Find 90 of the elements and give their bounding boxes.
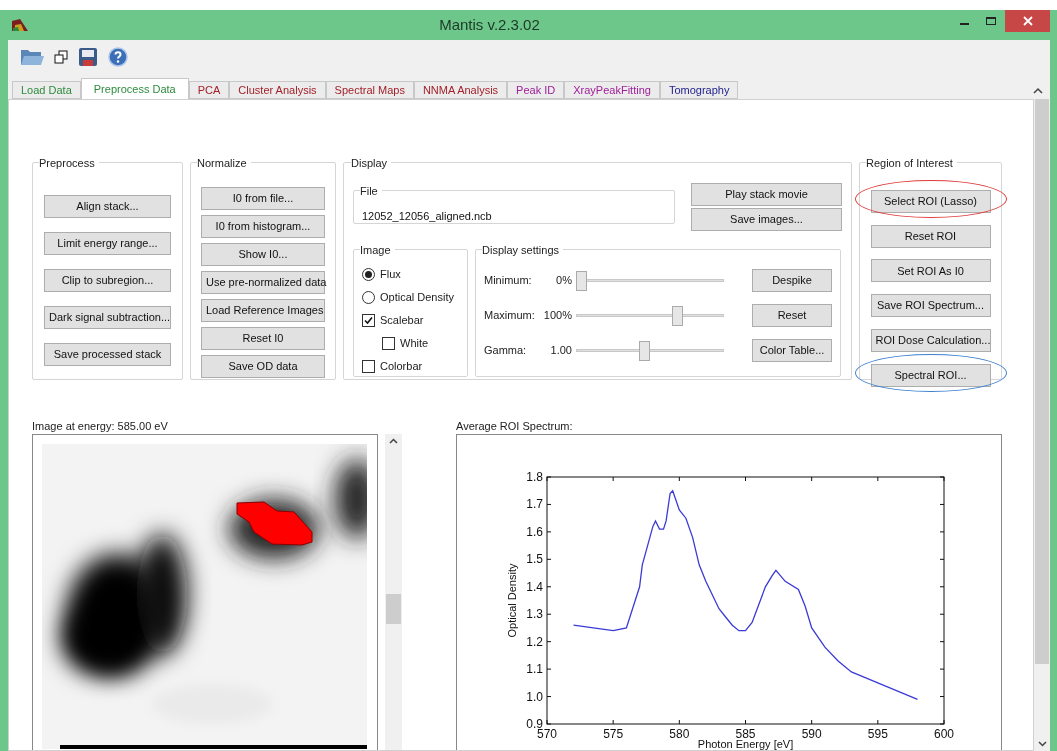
slider-thumb[interactable] (576, 270, 587, 291)
scrollbar-thumb[interactable] (386, 594, 401, 624)
push-button[interactable]: Reset ROI (870, 224, 991, 248)
radio-button[interactable] (362, 268, 375, 281)
option-label: Colorbar (380, 359, 423, 375)
panel-title: Average ROI Spectrum: (456, 419, 574, 432)
tab[interactable]: Tomography (659, 81, 739, 99)
tab[interactable]: Cluster Analysis (229, 81, 326, 99)
push-button[interactable]: Play stack movie (691, 183, 842, 206)
y-axis-label: Optical Density (506, 563, 518, 638)
push-button[interactable]: Clip to subregion... (44, 269, 171, 292)
folder-icon[interactable] (20, 47, 44, 67)
radio-button[interactable] (362, 291, 375, 304)
scrollbar[interactable] (385, 434, 402, 750)
x-tick-label: 590 (801, 727, 822, 741)
setting-label: Maximum: (484, 308, 536, 324)
scroll-up-icon[interactable] (389, 438, 398, 444)
setting-value: 0% (555, 273, 573, 289)
windows-icon[interactable] (54, 50, 68, 64)
checkbox[interactable] (362, 360, 375, 373)
y-tick-label: 1.0 (526, 689, 543, 704)
app-logo-icon (12, 19, 28, 31)
push-button[interactable]: Color Table... (752, 339, 832, 362)
x-tick-label: 595 (867, 727, 888, 741)
push-button[interactable]: Dark signal subtraction... (44, 306, 171, 329)
tab[interactable]: NNMA Analysis (413, 81, 508, 99)
option-label: Flux (380, 267, 401, 283)
y-tick-label: 1.6 (526, 524, 543, 539)
x-tick-label: 600 (934, 727, 954, 741)
y-tick-label: 1.1 (526, 662, 543, 677)
minimize-icon (959, 23, 969, 25)
scrollbar-thumb[interactable] (1035, 99, 1049, 664)
slider-track[interactable] (576, 270, 724, 291)
tab[interactable]: PCA (188, 81, 230, 99)
y-tick-label: 1.2 (526, 634, 543, 649)
push-button[interactable]: Reset I0 (201, 327, 325, 350)
tab[interactable]: Preprocess Data (80, 78, 189, 99)
y-tick-label: 1.7 (526, 497, 543, 512)
slider-track[interactable] (576, 340, 724, 361)
maximize-icon (986, 17, 996, 25)
push-button[interactable]: Reset (752, 304, 832, 327)
close-icon (1022, 16, 1033, 26)
push-button[interactable]: Despike (752, 269, 832, 292)
y-tick-label: 1.3 (526, 607, 543, 622)
setting-value: 1.00 (549, 343, 573, 359)
x-axis-label: Photon Energy [eV] (697, 738, 794, 750)
option-label: Optical Density (380, 290, 454, 306)
push-button[interactable]: ROI Dose Calculation... (870, 328, 991, 352)
x-tick-label: 580 (669, 727, 690, 741)
option-label: White (400, 336, 429, 352)
scroll-up-icon[interactable] (1033, 87, 1043, 95)
scroll-down-icon[interactable] (1037, 741, 1047, 747)
slider-thumb[interactable] (639, 340, 650, 361)
help-icon[interactable] (108, 47, 128, 67)
setting-label: Minimum: (484, 273, 533, 289)
tab[interactable]: Load Data (12, 81, 81, 99)
option-label: Scalebar (380, 313, 424, 329)
push-button[interactable]: Show I0... (201, 243, 325, 266)
checkbox[interactable] (362, 314, 375, 327)
push-button[interactable]: Load Reference Images (201, 299, 325, 322)
push-button[interactable]: Save OD data (201, 355, 325, 378)
tab[interactable]: Spectral Maps (325, 81, 414, 99)
push-button[interactable]: Use pre-normalized data (201, 271, 325, 294)
push-button[interactable]: Save images... (691, 208, 842, 231)
window-title: Mantis v.2.3.02 (439, 14, 540, 35)
push-button[interactable]: Align stack... (44, 195, 171, 218)
push-button[interactable]: Set ROI As I0 (870, 259, 991, 283)
setting-label: Gamma: (484, 343, 528, 359)
slider-track[interactable] (576, 305, 724, 326)
tab[interactable]: XrayPeakFitting (564, 81, 660, 99)
y-tick-label: 1.4 (526, 579, 543, 594)
push-button[interactable]: Select ROI (Lasso) (870, 189, 991, 213)
push-button[interactable]: Spectral ROI... (870, 363, 991, 387)
x-tick-label: 575 (603, 727, 624, 741)
push-button[interactable]: Save processed stack (44, 343, 171, 366)
slider-thumb[interactable] (671, 305, 683, 326)
tab[interactable]: Peak ID (507, 81, 565, 99)
x-tick-label: 585 (735, 727, 756, 741)
setting-value: 100% (542, 308, 573, 324)
save-icon[interactable] (78, 47, 98, 67)
file-name: 12052_12056_aligned.ncb (362, 209, 493, 224)
push-button[interactable]: I0 from histogram... (201, 215, 325, 238)
y-tick-label: 1.8 (526, 470, 543, 484)
y-tick-label: 1.5 (526, 552, 543, 567)
panel-title: Image at energy: 585.00 eV (32, 419, 169, 432)
push-button[interactable]: Save ROI Spectrum... (870, 294, 991, 317)
close-button[interactable] (1005, 10, 1050, 32)
checkbox[interactable] (382, 337, 395, 350)
push-button[interactable]: Limit energy range... (44, 232, 171, 255)
push-button[interactable]: I0 from file... (201, 187, 325, 210)
